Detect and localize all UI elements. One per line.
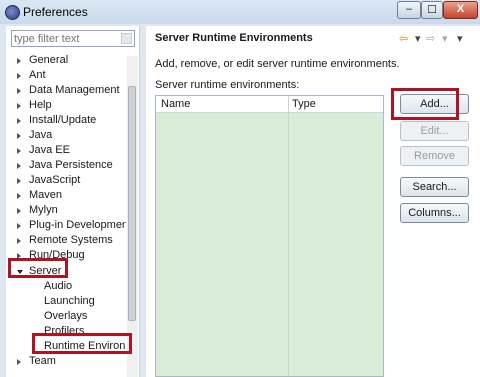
title-bar: Preferences – ☐ X — [0, 0, 480, 24]
expand-arrow-icon[interactable] — [17, 223, 21, 229]
filter-field[interactable] — [11, 30, 135, 47]
maximize-button[interactable]: ☐ — [421, 1, 443, 19]
table-header: Name Type — [156, 96, 383, 113]
filter-input[interactable] — [14, 32, 114, 45]
close-button[interactable]: X — [443, 1, 478, 19]
expand-arrow-icon[interactable] — [17, 178, 21, 184]
highlight-server — [8, 258, 68, 278]
expand-arrow-icon[interactable] — [17, 148, 21, 154]
runtime-environments-table[interactable]: Name Type — [155, 95, 384, 377]
expand-arrow-icon[interactable] — [17, 193, 21, 199]
tree-scrollbar[interactable] — [127, 56, 138, 377]
back-icon[interactable]: ⇦ — [399, 32, 408, 45]
close-icon: X — [456, 3, 465, 15]
forward-icon[interactable]: ⇨ — [426, 32, 435, 45]
column-header-name[interactable]: Name — [161, 98, 190, 110]
expand-arrow-icon[interactable] — [17, 118, 21, 124]
expand-arrow-icon[interactable] — [17, 58, 21, 64]
expand-arrow-icon[interactable] — [17, 163, 21, 169]
eclipse-icon — [5, 5, 20, 20]
window-title: Preferences — [23, 5, 88, 19]
column-divider — [288, 96, 289, 376]
tree-item-launching[interactable]: Launching — [44, 294, 95, 309]
preferences-tree: General Ant Data Management Help Install… — [6, 49, 126, 377]
minimize-icon: – — [405, 3, 413, 15]
preferences-nav-panel: General Ant Data Management Help Install… — [6, 26, 140, 377]
server-runtime-page: Server Runtime Environments ⇦ ▾ ⇨ ▾ ▾ Ad… — [146, 26, 480, 377]
table-label: Server runtime environments: — [155, 79, 300, 91]
expand-arrow-icon[interactable] — [17, 359, 21, 365]
expand-arrow-icon[interactable] — [17, 238, 21, 244]
expand-arrow-icon[interactable] — [17, 133, 21, 139]
tree-item-overlays[interactable]: Overlays — [44, 309, 87, 324]
edit-button[interactable]: Edit... — [400, 121, 469, 141]
column-header-type[interactable]: Type — [292, 98, 316, 110]
expand-arrow-icon[interactable] — [17, 103, 21, 109]
back-menu-icon[interactable]: ▾ — [415, 32, 421, 45]
columns-button[interactable]: Columns... — [400, 203, 469, 223]
expand-arrow-icon[interactable] — [17, 208, 21, 214]
page-title: Server Runtime Environments — [155, 32, 313, 44]
expand-arrow-icon[interactable] — [17, 73, 21, 79]
minimize-button[interactable]: – — [397, 1, 421, 19]
forward-menu-icon[interactable]: ▾ — [442, 32, 448, 45]
maximize-icon: ☐ — [427, 4, 437, 16]
expand-arrow-icon[interactable] — [17, 88, 21, 94]
highlight-runtime-environments — [32, 333, 132, 354]
remove-button[interactable]: Remove — [400, 146, 469, 166]
tree-item-audio[interactable]: Audio — [44, 279, 72, 294]
highlight-add-button — [391, 88, 459, 120]
scrollbar-thumb[interactable] — [128, 86, 136, 321]
search-button[interactable]: Search... — [400, 177, 469, 197]
clear-filter-icon[interactable] — [121, 33, 132, 44]
page-description: Add, remove, or edit server runtime envi… — [155, 58, 400, 70]
view-menu-icon[interactable]: ▾ — [457, 32, 463, 45]
